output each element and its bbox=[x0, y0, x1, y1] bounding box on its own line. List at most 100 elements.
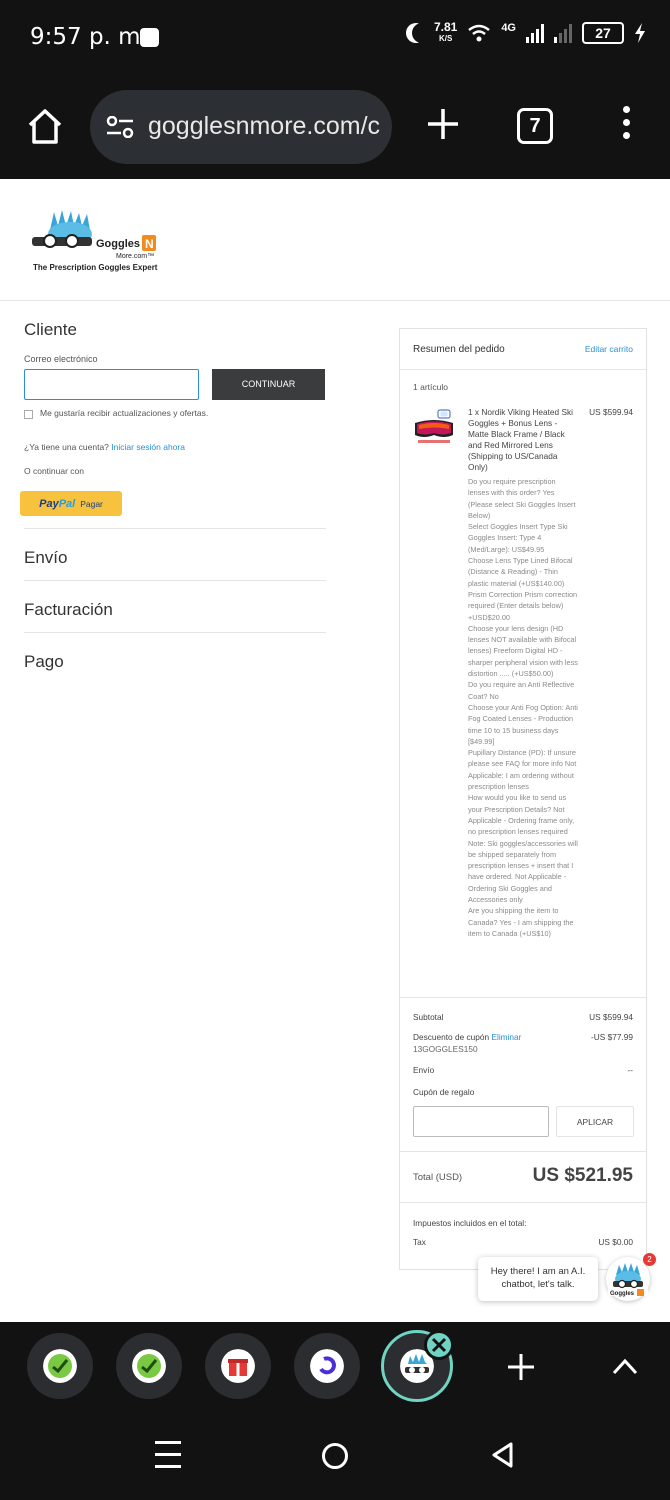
chatbot-launcher[interactable]: Goggles bbox=[606, 1257, 650, 1301]
tax-label: Tax bbox=[413, 1237, 426, 1247]
url-text[interactable]: gogglesnmore.com/c bbox=[148, 112, 380, 141]
payment-section-title: Pago bbox=[24, 652, 64, 671]
divider bbox=[400, 1202, 646, 1203]
close-tab-icon[interactable] bbox=[424, 1330, 454, 1360]
email-field[interactable] bbox=[24, 369, 199, 400]
email-label: Correo electrónico bbox=[24, 354, 98, 364]
svg-text:N: N bbox=[145, 237, 154, 251]
order-summary-header: Resumen del pedido Editar carrito bbox=[400, 329, 646, 370]
home-nav-icon[interactable] bbox=[322, 1443, 348, 1469]
or-continue-label: O continuar con bbox=[24, 466, 85, 476]
chatbot-avatar-icon: Goggles bbox=[608, 1263, 648, 1297]
network-type: 4G bbox=[501, 22, 516, 34]
swirl-icon bbox=[310, 1349, 344, 1383]
charging-icon bbox=[635, 23, 645, 43]
item-option: Pupillary Distance (PD): If unsure pleas… bbox=[468, 748, 577, 792]
browser-toolbar: gogglesnmore.com/c 7 bbox=[0, 76, 670, 179]
login-link[interactable]: Iniciar sesión ahora bbox=[111, 442, 185, 452]
paypal-logo: PayPal bbox=[39, 497, 76, 510]
newsletter-option[interactable]: Me gustaría recibir actualizaciones y of… bbox=[24, 408, 214, 419]
billing-step[interactable]: Facturación bbox=[24, 580, 326, 632]
battery-icon: 27 bbox=[582, 22, 624, 44]
tab-switcher-button[interactable]: 7 bbox=[517, 108, 553, 144]
remove-coupon-link[interactable]: Eliminar bbox=[491, 1032, 521, 1042]
order-summary: Resumen del pedido Editar carrito 1 artí… bbox=[399, 328, 647, 1270]
paypal-button[interactable]: PayPal Pagar bbox=[20, 491, 122, 516]
tab-thumbnail[interactable] bbox=[294, 1333, 360, 1399]
gift-coupon-field[interactable] bbox=[413, 1106, 549, 1137]
newsletter-label: Me gustaría recibir actualizaciones y of… bbox=[40, 408, 209, 418]
signal-icon bbox=[526, 23, 544, 43]
coupon-label: Descuento de cupón bbox=[413, 1032, 490, 1042]
shipping-cost-value: -- bbox=[627, 1065, 633, 1075]
shipping-step[interactable]: Envío bbox=[24, 528, 326, 580]
order-summary-title: Resumen del pedido bbox=[413, 344, 505, 355]
taxes-included-label: Impuestos incluidos en el total: bbox=[413, 1218, 527, 1228]
subtotal-value: US $599.94 bbox=[589, 1012, 633, 1022]
item-option: Are you shipping the item to Canada? Yes… bbox=[468, 906, 574, 938]
notification-icon bbox=[140, 28, 159, 47]
item-price: US $599.94 bbox=[589, 407, 633, 417]
status-time: 9:57 p. m. bbox=[30, 24, 148, 50]
shipping-cost-label: Envío bbox=[413, 1065, 435, 1075]
network-speed-unit: K/S bbox=[438, 34, 453, 43]
site-header: Goggles N More.com™ The Prescription Gog… bbox=[0, 180, 670, 301]
home-icon[interactable] bbox=[26, 106, 64, 146]
tax-value: US $0.00 bbox=[598, 1237, 633, 1247]
chatbot-greeting[interactable]: Hey there! I am an A.I. chatbot, let's t… bbox=[478, 1257, 598, 1301]
svg-text:Goggles: Goggles bbox=[610, 1291, 635, 1297]
apply-coupon-button[interactable]: APLICAR bbox=[556, 1106, 634, 1137]
overflow-menu-icon[interactable] bbox=[616, 106, 636, 146]
tab-strip bbox=[0, 1322, 670, 1410]
goggles-logo-icon: Goggles N More.com™ bbox=[32, 210, 156, 260]
checkout-page: Goggles N More.com™ The Prescription Gog… bbox=[0, 180, 670, 1322]
item-option: Note: Ski goggles/accessories will be sh… bbox=[468, 838, 578, 904]
customer-section-title: Cliente bbox=[24, 320, 77, 339]
divider bbox=[400, 997, 646, 998]
svg-text:Goggles: Goggles bbox=[96, 238, 140, 250]
site-settings-icon[interactable] bbox=[106, 116, 134, 138]
site-logo[interactable]: Goggles N More.com™ The Prescription Gog… bbox=[30, 208, 170, 276]
add-tab-icon[interactable] bbox=[506, 1352, 536, 1382]
item-option: Choose your lens design (HD lenses NOT a… bbox=[468, 623, 578, 679]
chat-unread-badge: 2 bbox=[643, 1253, 656, 1266]
status-bar: 9:57 p. m. 7.81 K/S 4G 27 bbox=[0, 0, 670, 76]
item-option: Select Goggles Insert Type Ski Goggles I… bbox=[468, 522, 568, 554]
item-option: How would you like to send us your Presc… bbox=[468, 793, 575, 837]
account-prompt: ¿Ya tiene una cuenta? bbox=[24, 442, 109, 452]
product-thumbnail[interactable] bbox=[414, 409, 454, 447]
item-options: Do you require prescription lenses with … bbox=[468, 476, 578, 939]
continue-button[interactable]: CONTINUAR bbox=[212, 369, 325, 400]
gift-coupon-label: Cupón de regalo bbox=[413, 1087, 475, 1097]
gift-icon bbox=[221, 1349, 255, 1383]
tab-thumbnail[interactable] bbox=[205, 1333, 271, 1399]
coupon-value: -US $77.99 bbox=[591, 1032, 633, 1042]
tab-thumbnail[interactable] bbox=[27, 1333, 93, 1399]
tab-thumbnail[interactable] bbox=[116, 1333, 182, 1399]
subtotal-row: Subtotal US $599.94 bbox=[413, 1012, 633, 1022]
address-bar[interactable]: gogglesnmore.com/c bbox=[90, 90, 392, 164]
item-option: Choose Lens Type Lined Bifocal (Distance… bbox=[468, 556, 573, 588]
status-icons: 7.81 K/S 4G 27 bbox=[404, 21, 646, 44]
item-option: Do you require prescription lenses with … bbox=[468, 477, 576, 520]
item-option: Do you require an Anti Reflective Coat? … bbox=[468, 680, 575, 701]
system-navigation-bar bbox=[0, 1410, 670, 1500]
account-prompt-row: ¿Ya tiene una cuenta? Iniciar sesión aho… bbox=[24, 442, 185, 452]
edit-cart-link[interactable]: Editar carrito bbox=[585, 344, 633, 354]
total-value: US $521.95 bbox=[532, 1165, 633, 1186]
coupon-code: 13GOGGLES150 bbox=[413, 1044, 478, 1054]
chevron-up-icon[interactable] bbox=[610, 1356, 640, 1376]
tax-row: Tax US $0.00 bbox=[413, 1237, 633, 1247]
newsletter-checkbox[interactable] bbox=[24, 410, 33, 419]
new-tab-icon[interactable] bbox=[425, 106, 461, 142]
shipping-section-title: Envío bbox=[24, 548, 68, 567]
leaf-check-icon bbox=[132, 1349, 166, 1383]
back-icon[interactable] bbox=[490, 1441, 514, 1469]
total-label: Total (USD) bbox=[413, 1172, 463, 1183]
payment-step[interactable]: Pago bbox=[24, 632, 326, 684]
item-name: 1 x Nordik Viking Heated Ski Goggles + B… bbox=[468, 407, 573, 472]
item-option: Prism Correction Prism correction requir… bbox=[468, 589, 578, 622]
paypal-action-label: Pagar bbox=[80, 498, 103, 509]
network-speed: 7.81 K/S bbox=[434, 21, 457, 44]
recent-apps-icon[interactable] bbox=[155, 1441, 181, 1469]
